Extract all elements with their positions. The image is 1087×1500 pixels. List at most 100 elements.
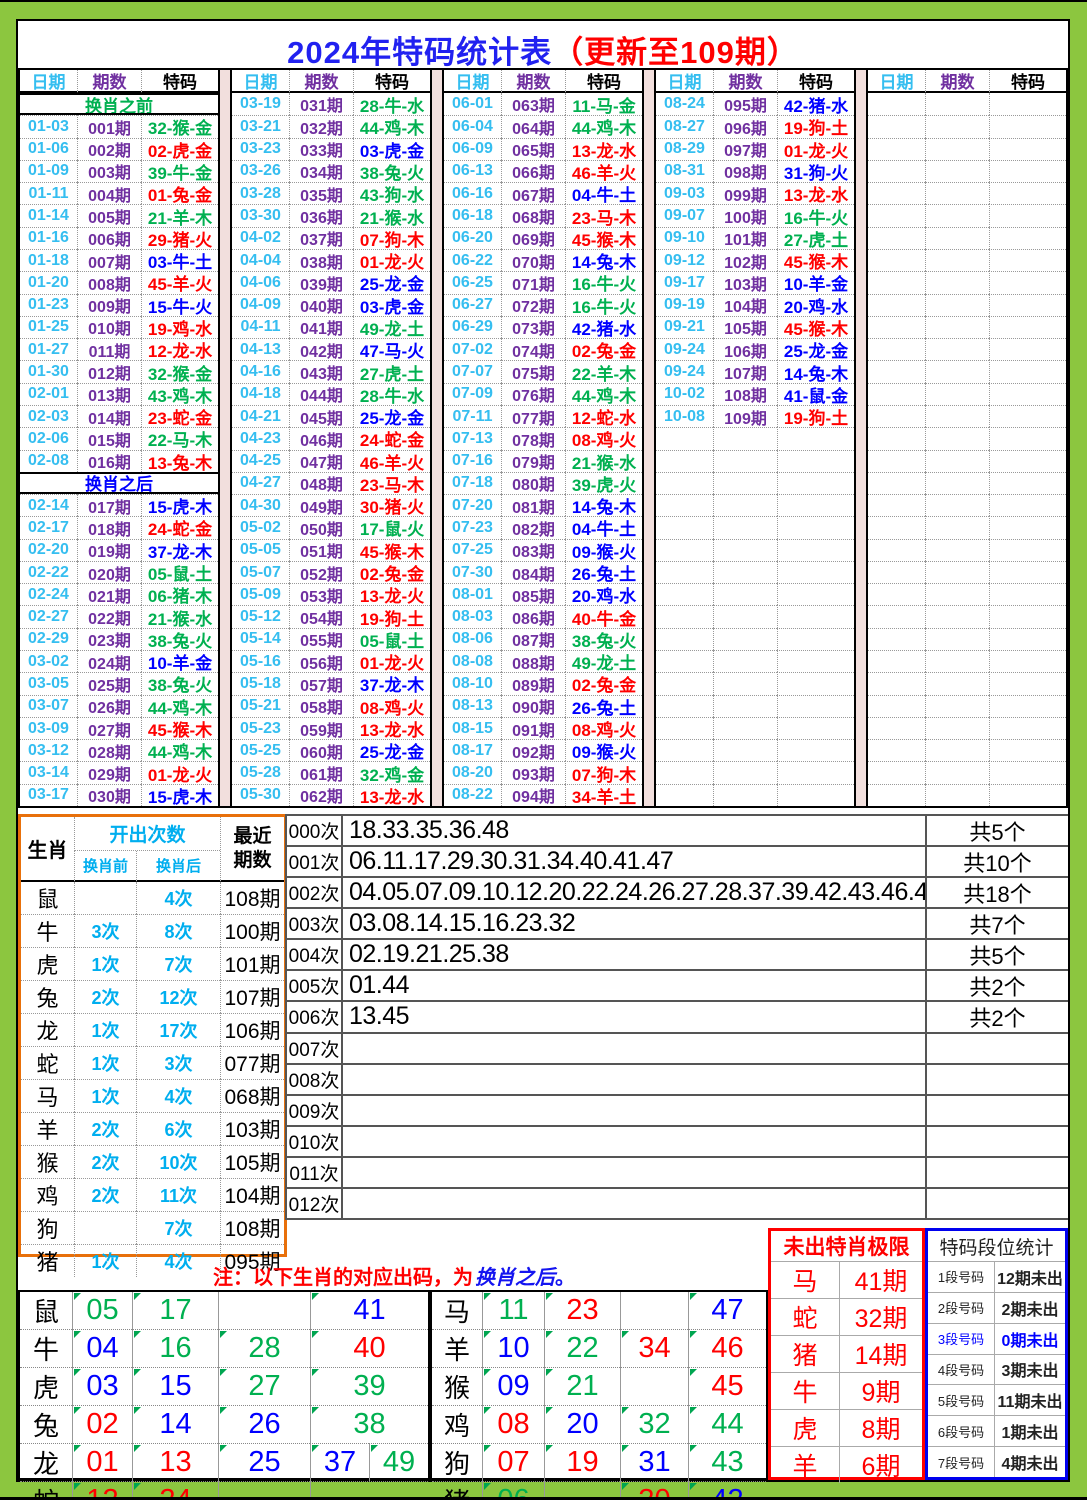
stats-count-after: 4次 [136, 882, 220, 914]
segment-stats-box: 特码段位统计 1段号码 12期未出 2段号码 2期未出 3段号码 0期未出 4段号码 3期未出… [925, 1228, 1068, 1480]
draw-date [868, 516, 925, 538]
draw-period: 010期 [77, 315, 141, 339]
draw-code: 01-兔-金 [141, 182, 218, 205]
draw-period: 108期 [713, 382, 777, 405]
draw-period: 091期 [501, 716, 565, 740]
draw-date [868, 783, 925, 806]
draw-code: 44-鸡-木 [565, 115, 642, 138]
draw-code: 32-猴-金 [141, 360, 218, 383]
draw-date: 02-20 [20, 538, 77, 561]
draw-code [777, 516, 854, 539]
draw-period: 012期 [77, 360, 141, 383]
draw-period [713, 716, 777, 740]
draw-period [925, 538, 989, 561]
draw-code: 21-羊-木 [141, 204, 218, 227]
draw-date: 07-30 [444, 560, 501, 583]
zodiac-number-cell [620, 1367, 688, 1405]
draw-period [925, 360, 989, 383]
draw-code: 19-狗-土 [777, 115, 854, 138]
draw-date [868, 672, 925, 694]
draw-period: 088期 [501, 650, 565, 673]
draw-period: 093期 [501, 761, 565, 784]
draw-date: 08-10 [444, 672, 501, 694]
stats-recent-period: 103期 [220, 1112, 284, 1145]
date-header: 日期 [656, 70, 713, 93]
draw-code [777, 739, 854, 762]
draw-period [925, 605, 989, 628]
draw-date [656, 471, 713, 494]
missing-zodiac-name: 猪 [771, 1335, 839, 1372]
draw-code [989, 271, 1066, 294]
content-frame: 2024年特码统计表（更新至109期） 日期 期数 特码 换肖之前 01-03 001期 3… [16, 19, 1070, 1497]
freq-numbers: 01.44 [343, 971, 925, 1003]
stats-count-before: 1次 [74, 947, 136, 980]
draw-period: 077期 [501, 404, 565, 428]
zodiac-number-cell: 32 [620, 1405, 688, 1443]
draw-date [868, 627, 925, 650]
stats-count-after: 4次 [136, 1079, 220, 1112]
draw-code: 21-猴-水 [141, 605, 218, 628]
draw-code: 14-兔-木 [565, 248, 642, 272]
draw-code: 43-狗-水 [353, 182, 430, 205]
draw-date: 05-23 [232, 716, 289, 739]
draw-code: 05-鼠-土 [353, 627, 430, 651]
draw-date: 01-03 [20, 115, 77, 137]
draw-code: 06-猪-木 [141, 583, 218, 606]
draw-date: 03-26 [232, 159, 289, 182]
draw-date: 02-06 [20, 427, 77, 449]
zodiac-row-label: 猴 [432, 1367, 482, 1405]
draw-period [713, 739, 777, 762]
draw-period [713, 427, 777, 450]
stats-count-before: 2次 [74, 1145, 136, 1178]
draw-date: 08-06 [444, 627, 501, 650]
draw-date: 02-22 [20, 560, 77, 583]
draw-code: 19-狗-土 [777, 404, 854, 428]
draw-code: 15-虎-木 [141, 783, 218, 806]
draw-code: 13-龙-水 [353, 783, 430, 806]
zodiac-number-cell: 43 [688, 1443, 766, 1481]
zodiac-number-cell [218, 1481, 310, 1497]
stats-count-before: 2次 [74, 980, 136, 1013]
segment-label: 5段号码 [928, 1384, 994, 1415]
draw-period: 107期 [713, 360, 777, 383]
stats-count-after: 12次 [136, 980, 220, 1013]
draw-period [925, 315, 989, 339]
draw-date: 06-22 [444, 248, 501, 271]
draw-date: 02-03 [20, 404, 77, 427]
zodiac-number-cell: 04 [72, 1329, 132, 1367]
zodiac-number-cell: 44 [688, 1405, 766, 1443]
draw-date: 03-17 [20, 783, 77, 806]
draw-date: 09-24 [656, 360, 713, 382]
draw-date [656, 516, 713, 538]
draw-period: 005期 [77, 204, 141, 227]
stats-zodiac: 猴 [21, 1145, 74, 1178]
missing-zodiac-periods: 6期 [839, 1446, 922, 1483]
draw-period: 014期 [77, 404, 141, 428]
zodiac-number-cell: 42 [688, 1481, 766, 1497]
draw-code [989, 427, 1066, 450]
draw-code: 01-龙-火 [353, 650, 430, 673]
draw-date [656, 783, 713, 806]
stats-count-before: 1次 [74, 1013, 136, 1046]
zodiac-number-cell: 30 [620, 1481, 688, 1497]
draw-code: 13-龙-水 [777, 182, 854, 205]
zodiac-row-label: 鼠 [32, 1297, 59, 1327]
freq-total: 共5个 [925, 940, 1068, 972]
section-label: 换肖之后 [20, 471, 218, 495]
draw-period [713, 538, 777, 561]
zodiac-number-cell [310, 1481, 428, 1497]
draw-date: 10-02 [656, 382, 713, 405]
draw-date [656, 761, 713, 783]
draw-period [713, 650, 777, 673]
draw-period: 058期 [289, 694, 353, 717]
zodiac-number-cell: 26 [218, 1405, 310, 1443]
draw-date [868, 338, 925, 360]
stats-count-after: 6次 [136, 1112, 220, 1145]
draw-period: 001期 [77, 115, 141, 138]
freq-total: 共7个 [925, 909, 1068, 941]
freq-label: 011次 [285, 1157, 343, 1189]
segment-stats-title: 特码段位统计 [939, 1237, 1054, 1259]
draw-code: 04-牛-土 [565, 182, 642, 205]
draw-code: 49-龙-土 [353, 315, 430, 339]
draw-code [989, 627, 1066, 651]
